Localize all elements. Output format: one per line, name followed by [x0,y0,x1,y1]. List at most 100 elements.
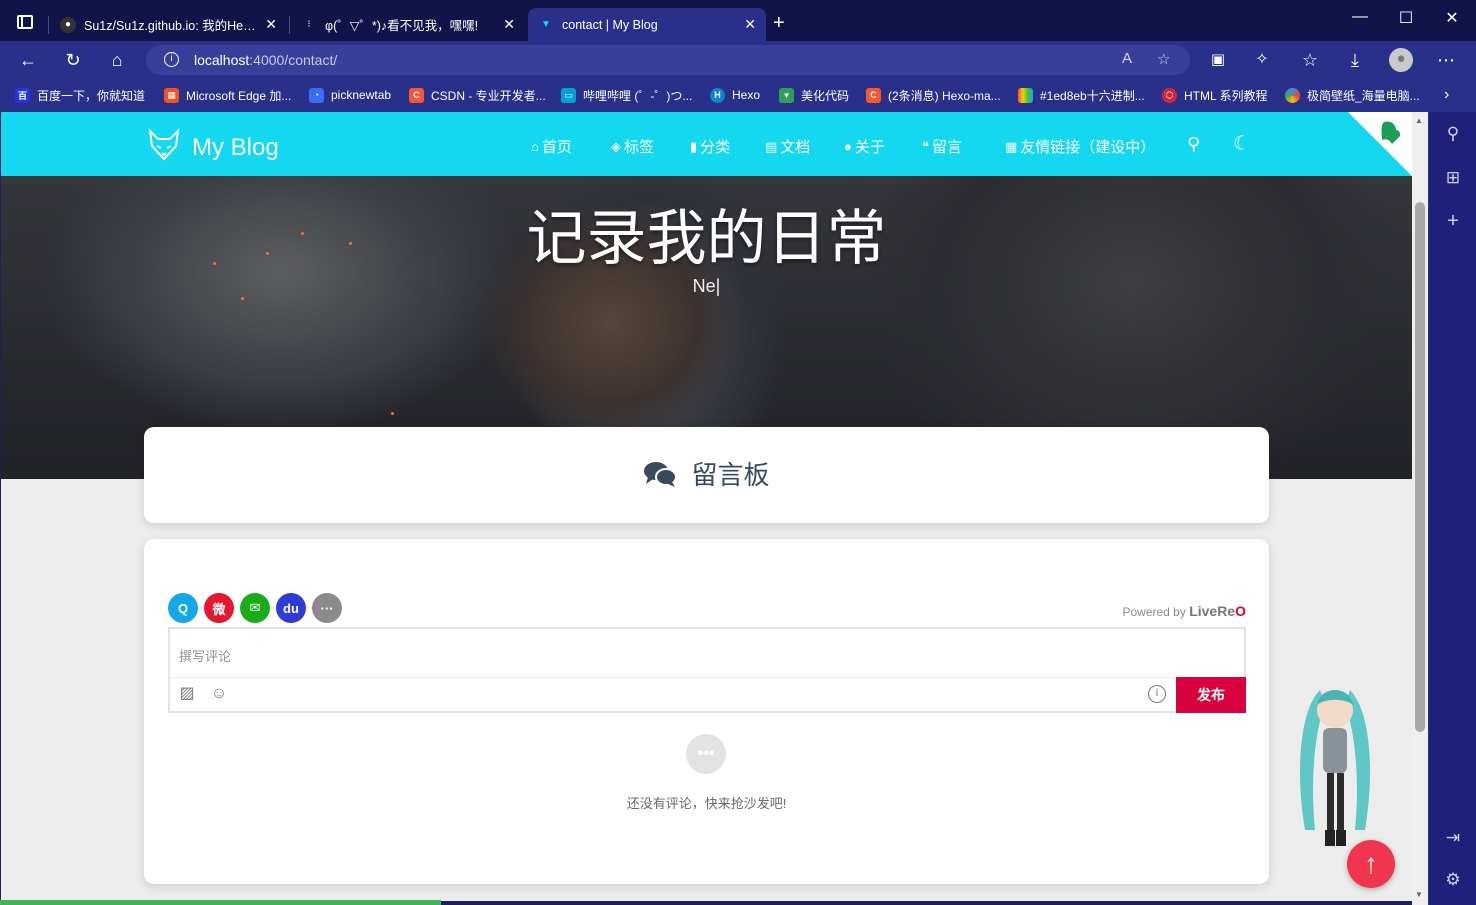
bookmark-item[interactable]: 百百度一下，你就知道 [15,85,145,105]
tags-icon: ◈ [611,138,621,154]
bookmark-item[interactable]: H Hexo [710,85,760,105]
nav-label: 分类 [700,139,731,156]
close-icon[interactable]: ✕ [744,16,756,33]
extensions-icon[interactable]: ✧ [1250,49,1274,71]
more-menu-icon[interactable]: ⋯ [1434,49,1458,71]
favorite-star-icon[interactable]: ☆ [1157,50,1170,68]
nav-about[interactable]: ● 关于 [844,136,885,157]
nav-guestbook[interactable]: ❝ 留言 [922,136,962,157]
read-aloud-icon[interactable]: A [1122,50,1132,67]
tab-separator [289,16,290,34]
scroll-up-icon[interactable]: ▲ [1415,116,1423,125]
nav-label: 友情链接（建设中） [1020,139,1156,156]
bookmark-item[interactable]: ▦ Microsoft Edge 加... [164,85,291,105]
home-icon[interactable]: ⌂ [105,49,129,71]
fox-logo-icon[interactable] [147,128,181,162]
csdn-icon: C [866,87,881,103]
bookmark-label: Hexo [732,88,761,102]
bookmark-item[interactable]: ⬡ HTML 系列教程 [1162,85,1268,105]
github-icon: ● [60,16,76,33]
tab-github[interactable]: ● Su1z/Su1z.github.io: 我的Hexo博 ✕ [50,8,287,41]
weibo-login-icon[interactable]: 微 [204,593,234,623]
search-icon[interactable]: ⚲ [1187,134,1200,155]
nav-friend-links[interactable]: ▦ 友情链接（建设中） [1005,136,1155,157]
emoji-icon[interactable]: ☺ [209,684,229,704]
back-icon[interactable]: ← [16,49,40,71]
bookmark-item[interactable]: 极简壁纸_海量电脑... [1285,85,1420,105]
minimize-icon[interactable]: — [1340,8,1380,26]
github-corner-icon[interactable] [1348,112,1412,176]
bookmark-item[interactable]: #1ed8eb十六进制... [1018,85,1145,105]
address-bar[interactable]: i localhost:4000/contact/ A ☆ [146,45,1190,75]
profile-avatar[interactable]: ● [1389,48,1413,72]
site-brand[interactable]: My Blog [192,134,279,162]
refresh-icon[interactable]: ↻ [61,49,85,71]
spark-decoration [391,412,394,415]
post-button[interactable]: 发布 [1176,677,1246,713]
wechat-login-icon[interactable]: ✉ [240,593,270,623]
bookmark-label: Microsoft Edge 加... [186,88,292,103]
scroll-down-icon[interactable]: ▼ [1415,890,1423,899]
tab-hidden-page[interactable]: ⁝ φ(゜▽゜*)♪看不见我，嘿嘿! ✕ [291,8,525,41]
comment-editor[interactable]: 撰写评论 ▨ ☺ i 发布 [168,627,1246,713]
url-host: localhost [194,52,250,68]
code-icon: ▾ [779,87,794,103]
color-icon [1018,87,1033,103]
bookmark-label: HTML 系列教程 [1184,88,1268,103]
nav-tags[interactable]: ◈ 标签 [611,136,654,157]
tab-contact[interactable]: ▼ contact | My Blog ✕ [528,8,766,41]
comment-input[interactable]: 撰写评论 [179,646,231,665]
settings-gear-icon[interactable]: ⚙ [1443,870,1463,890]
page-viewport: 记录我的日常 Ne| My Blog ⌂ 首页 ◈ 标签 ▮ 分类 ▤ 文档 ● 关于 ❝… [1,112,1412,901]
scrollbar-thumb[interactable] [1415,202,1425,732]
nav-archives[interactable]: ▤ 文档 [765,136,810,157]
powered-by-label: Powered by [1122,605,1186,619]
info-icon[interactable]: i [1148,685,1166,703]
bookmark-item[interactable]: ▾ 美化代码 [779,85,849,105]
qq-login-icon[interactable]: Q [168,593,198,623]
hide-sidebar-icon[interactable]: ⇥ [1443,828,1463,848]
close-window-icon[interactable]: ✕ [1432,8,1472,28]
bookmark-item[interactable]: ◔ picknewtab [309,85,391,105]
tools-icon[interactable]: ⊞ [1443,168,1463,188]
powered-by[interactable]: Powered by LiveReO [1122,603,1246,619]
livere-logo-icon: O [1235,603,1246,619]
nav-categories[interactable]: ▮ 分类 [690,136,730,157]
back-to-top-button[interactable]: ↑ [1347,840,1395,888]
bookmark-item[interactable]: ▭ 哔哩哔哩 (゜-゜)つ... [561,85,692,105]
url-text[interactable]: localhost:4000/contact/ [194,52,337,68]
more-login-icon[interactable]: ··· [312,593,342,623]
hexo-icon: H [710,87,725,103]
favorites-icon[interactable]: ☆ [1298,49,1322,71]
bookmark-item[interactable]: C (2条消息) Hexo-ma... [866,85,1001,105]
downloads-icon[interactable]: ⤓ [1343,49,1367,71]
baidu-icon: 百 [15,87,30,103]
search-icon[interactable]: ⚲ [1443,124,1463,144]
collections-icon[interactable]: ▣ [1206,49,1230,71]
info-icon[interactable]: i [164,52,179,67]
user-circle-icon: ● [844,139,852,154]
address-book-icon: ▦ [1005,138,1018,154]
tab-title: φ(゜▽゜*)♪看不见我，嘿嘿! [325,19,479,33]
nav-home[interactable]: ⌂ 首页 [531,136,572,157]
bookmark-item[interactable]: C CSDN - 专业开发者... [409,85,546,105]
dark-mode-moon-icon[interactable]: ☾ [1233,131,1251,156]
tab-actions-icon[interactable] [17,15,33,29]
runoob-icon: ⬡ [1162,87,1177,103]
maximize-icon[interactable]: ☐ [1386,8,1426,28]
new-tab-icon[interactable]: + [773,12,785,35]
home-icon: ⌂ [531,139,539,154]
nav-label: 留言 [932,139,963,156]
nav-label: 关于 [854,139,885,156]
baidu-login-icon[interactable]: du [276,593,306,623]
close-icon[interactable]: ✕ [265,16,277,33]
nav-label: 标签 [624,139,655,156]
edge-sidebar: ⚲ ⊞ + ⇥ ⚙ [1428,112,1476,905]
page-scrollbar[interactable]: ▲ ▼ [1412,112,1428,905]
page-title: 留言板 [144,455,1269,492]
bookmarks-overflow-icon[interactable]: › [1444,85,1449,105]
image-upload-icon[interactable]: ▨ [177,684,197,704]
close-icon[interactable]: ✕ [503,16,515,33]
add-icon[interactable]: + [1443,210,1463,233]
bookmark-label: (2条消息) Hexo-ma... [888,88,1001,103]
